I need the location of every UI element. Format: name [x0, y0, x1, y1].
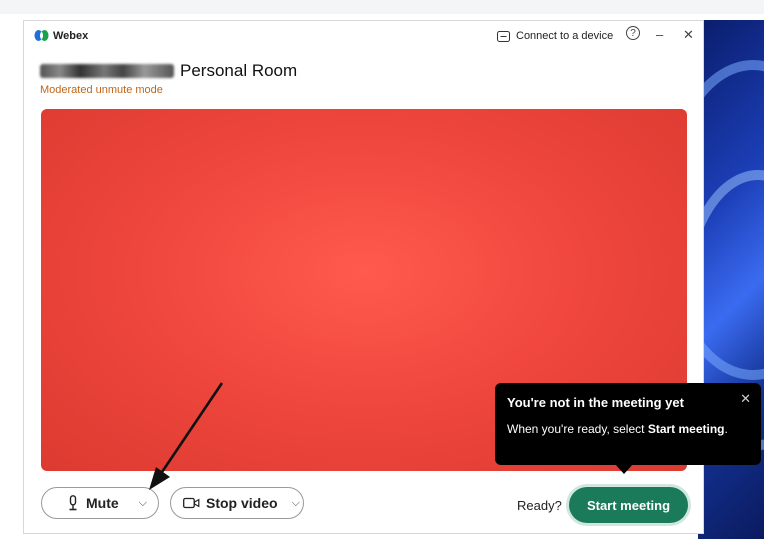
ready-label: Ready? — [517, 498, 562, 513]
room-title-text: Personal Room — [180, 61, 298, 80]
chevron-down-icon[interactable]: ⌵ — [139, 497, 147, 510]
help-icon[interactable]: ? — [626, 26, 640, 40]
top-strip — [0, 0, 764, 14]
meeting-mode-label: Moderated unmute mode — [40, 84, 163, 96]
mute-button[interactable]: Mute ⌵ — [41, 487, 159, 519]
close-icon[interactable]: ✕ — [683, 27, 694, 43]
tooltip-title: You're not in the meeting yet — [507, 395, 684, 410]
connect-device-button[interactable]: Connect to a device — [497, 30, 613, 42]
app-logo: Webex — [34, 29, 88, 42]
meeting-tooltip: You're not in the meeting yet When you'r… — [495, 383, 761, 474]
room-title: Personal Room — [40, 61, 297, 81]
connect-device-icon — [497, 30, 510, 42]
stop-video-label: Stop video — [206, 495, 278, 511]
microphone-icon — [69, 495, 77, 511]
start-meeting-button[interactable]: Start meeting — [569, 487, 688, 523]
tooltip-body: When you're ready, select Start meeting. — [507, 421, 749, 438]
tooltip-arrow — [615, 464, 633, 474]
controls-bar: Mute ⌵ Stop video ⌵ Ready? Start meeting — [24, 484, 703, 524]
chevron-down-icon[interactable]: ⌵ — [292, 497, 300, 510]
connect-device-label: Connect to a device — [516, 30, 614, 42]
tooltip-close-icon[interactable]: ✕ — [740, 391, 751, 407]
stop-video-button[interactable]: Stop video ⌵ — [170, 487, 304, 519]
blurred-host-name — [40, 64, 174, 78]
tooltip-body-text: When you're ready, select — [507, 422, 648, 436]
titlebar: Webex Connect to a device ? – ✕ — [24, 21, 703, 51]
mute-label: Mute — [86, 495, 119, 511]
camera-icon — [183, 497, 200, 509]
webex-logo-icon — [34, 30, 49, 41]
tooltip-body-bold: Start meeting — [647, 422, 725, 436]
app-name: Webex — [53, 29, 89, 42]
minimize-icon[interactable]: – — [656, 27, 663, 42]
tooltip-body-suffix: . — [724, 422, 728, 436]
